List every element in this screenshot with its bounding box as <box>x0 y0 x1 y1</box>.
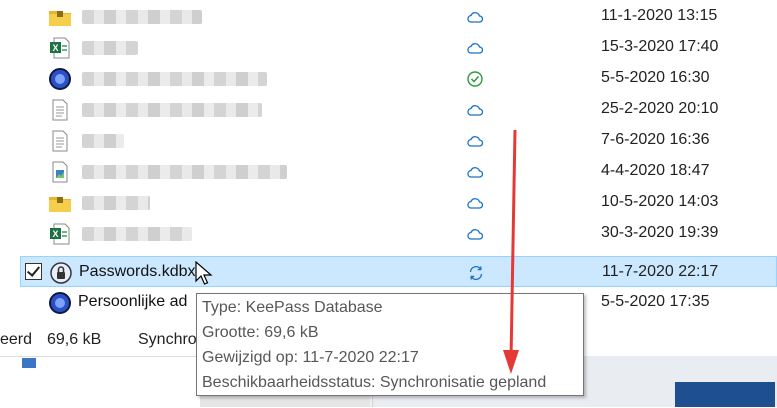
blurred-file-name <box>82 72 267 86</box>
blurred-file-name <box>82 227 192 241</box>
tooltip-modified: Gewijzigd op: 11-7-2020 22:17 <box>202 349 419 366</box>
excel-file-icon: X <box>50 223 70 245</box>
file-name: Passwords.kdbx <box>79 263 196 280</box>
blurred-file-name <box>82 134 124 148</box>
status-selected: eerd <box>0 331 33 348</box>
blurred-file-name <box>82 10 202 24</box>
app-file-icon <box>49 68 71 90</box>
file-date: 10-5-2020 14:03 <box>601 193 719 210</box>
file-row[interactable]: X 30-3-2020 19:39 <box>20 218 777 249</box>
file-date: 30-3-2020 19:39 <box>601 224 719 241</box>
file-row[interactable]: 5-5-2020 16:30 <box>20 63 777 94</box>
cloud-icon <box>467 167 484 178</box>
file-date: 11-7-2020 22:17 <box>602 263 719 280</box>
status-sync: Synchro <box>138 331 197 348</box>
svg-text:X: X <box>52 229 58 239</box>
app-file-icon <box>49 292 71 314</box>
keepass-file-icon <box>50 262 72 284</box>
file-row[interactable]: X 15-3-2020 17:40 <box>20 32 777 63</box>
background-title-bar <box>675 382 775 407</box>
text-file-icon <box>52 130 68 152</box>
file-row[interactable]: 11-1-2020 13:15 <box>20 1 777 32</box>
image-file-icon <box>52 161 68 183</box>
cloud-icon <box>467 12 484 23</box>
folder-archive-icon <box>49 11 71 26</box>
blurred-file-name <box>82 196 150 210</box>
svg-text:X: X <box>52 43 58 53</box>
cloud-icon <box>467 198 484 209</box>
file-row[interactable]: 25-2-2020 20:10 <box>20 94 777 125</box>
row-checkbox[interactable] <box>25 263 42 280</box>
taskbar-area <box>0 356 200 408</box>
taskbar-icon <box>22 358 36 368</box>
excel-file-icon: X <box>50 37 70 59</box>
mouse-cursor-icon <box>195 261 213 285</box>
folder-archive-icon <box>49 197 71 212</box>
file-date: 25-2-2020 20:10 <box>601 100 719 117</box>
cloud-icon <box>467 43 484 54</box>
cloud-icon <box>467 229 484 240</box>
text-file-icon <box>52 99 68 121</box>
file-row[interactable]: 4-4-2020 18:47 <box>20 156 777 187</box>
sync-pending-icon <box>469 265 483 281</box>
file-name: Persoonlijke ad <box>78 293 188 310</box>
blurred-file-name <box>82 165 287 179</box>
cloud-icon <box>467 105 484 116</box>
cloud-icon <box>467 136 484 147</box>
blurred-file-name <box>82 103 262 117</box>
file-date: 15-3-2020 17:40 <box>601 38 719 55</box>
file-row[interactable]: 7-6-2020 16:36 <box>20 125 777 156</box>
tooltip-type: Type: KeePass Database <box>202 299 383 316</box>
annotation-arrow-icon <box>503 129 519 374</box>
tooltip-size: Grootte: 69,6 kB <box>202 324 319 341</box>
blurred-file-name <box>82 41 138 55</box>
file-date: 11-1-2020 13:15 <box>601 7 718 24</box>
status-size: 69,6 kB <box>47 331 102 348</box>
file-date: 5-5-2020 17:35 <box>601 293 710 310</box>
file-date: 7-6-2020 16:36 <box>601 131 710 148</box>
file-row[interactable]: 10-5-2020 14:03 <box>20 187 777 218</box>
tooltip-availability: Beschikbaarheidsstatus: Synchronisatie g… <box>202 374 547 391</box>
file-date: 5-5-2020 16:30 <box>601 69 710 86</box>
synced-check-icon <box>467 71 483 87</box>
file-date: 4-4-2020 18:47 <box>601 162 710 179</box>
file-row-selected[interactable]: Passwords.kdbx 11-7-2020 22:17 <box>20 256 777 287</box>
